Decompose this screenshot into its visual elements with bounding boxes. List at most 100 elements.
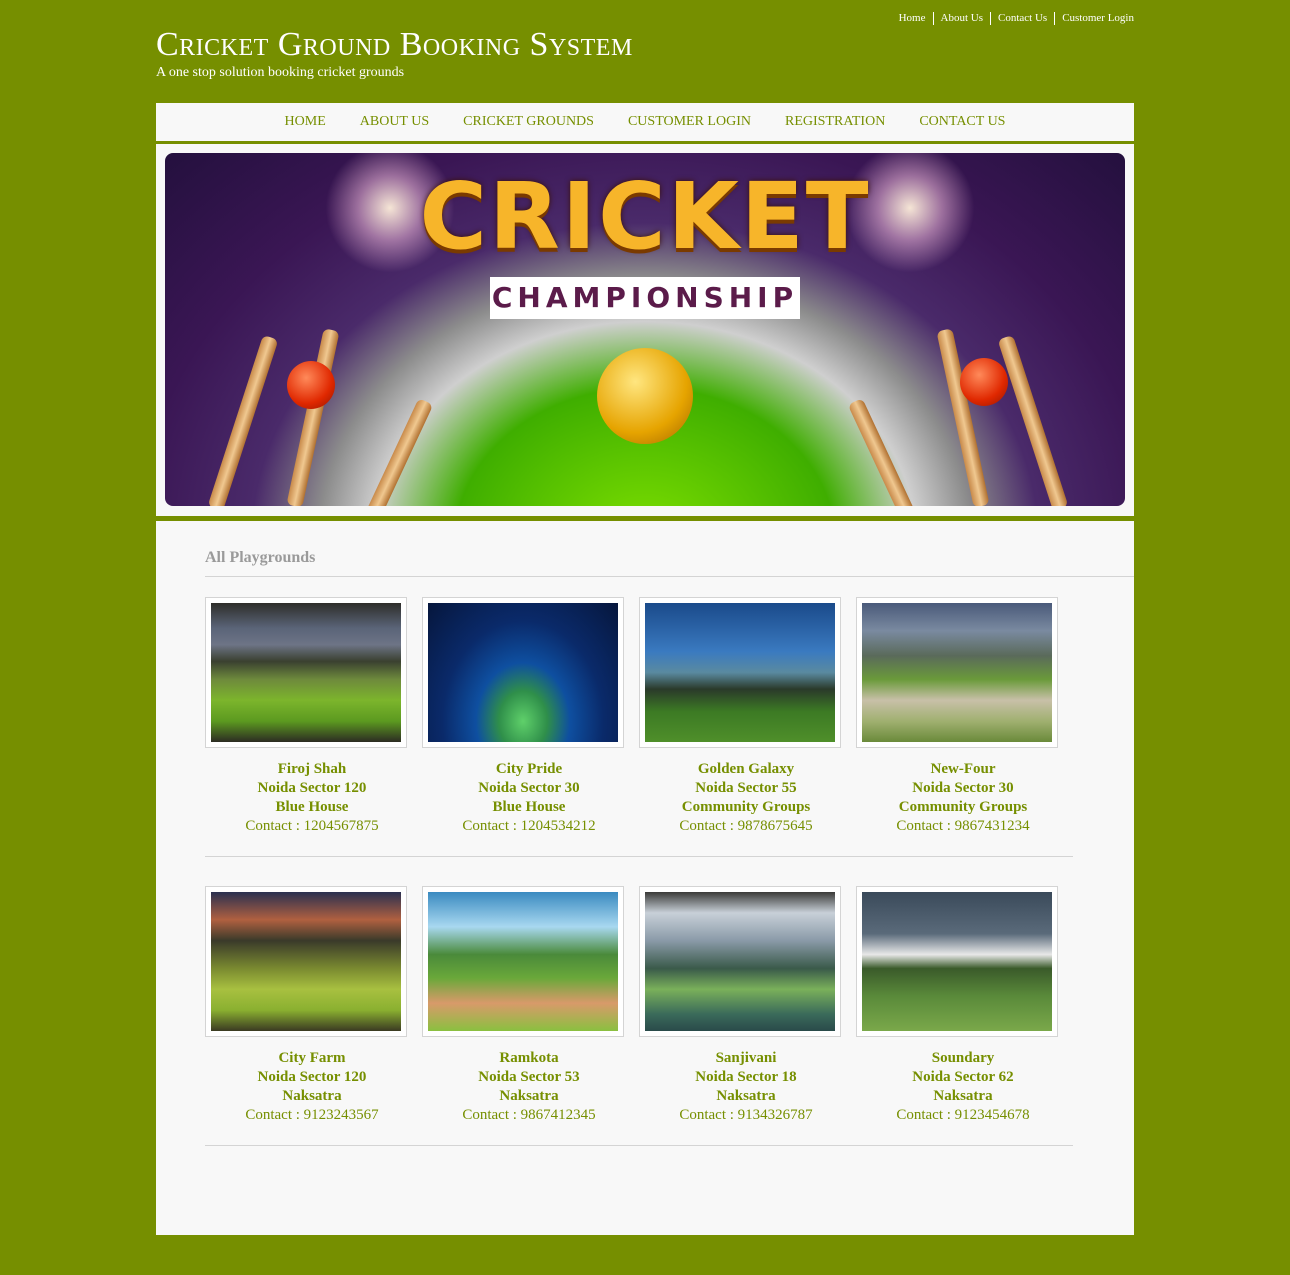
playground-contact: Contact : 1204567875 — [205, 817, 419, 836]
main-nav: HOME ABOUT US CRICKET GROUNDS CUSTOMER L… — [156, 103, 1134, 141]
playground-card[interactable]: Golden Galaxy Noida Sector 55 Community … — [639, 597, 856, 836]
playground-info: Ramkota Noida Sector 53 Naksatra Contact… — [422, 1049, 636, 1125]
section-title: All Playgrounds — [205, 549, 316, 566]
top-link-contact-us[interactable]: Contact Us — [989, 12, 1054, 25]
playground-row: City Farm Noida Sector 120 Naksatra Cont… — [205, 886, 1073, 1146]
playground-group: Community Groups — [898, 799, 1028, 815]
contact-number: 1204534212 — [520, 818, 596, 834]
playground-name: City Pride — [495, 761, 563, 777]
playground-location: Noida Sector 62 — [912, 1069, 1014, 1085]
top-links: Home About Us Contact Us Customer Login — [892, 12, 1134, 25]
sunset-stadium-photo — [211, 892, 401, 1031]
playground-group: Naksatra — [716, 1088, 776, 1104]
playground-card[interactable]: Soundary Noida Sector 62 Naksatra Contac… — [856, 886, 1073, 1125]
contact-number: 9123243567 — [303, 1107, 379, 1123]
row-divider — [205, 856, 1073, 857]
playground-card[interactable]: City Farm Noida Sector 120 Naksatra Cont… — [205, 886, 422, 1125]
playground-name: Ramkota — [499, 1050, 559, 1066]
playground-location: Noida Sector 18 — [695, 1069, 797, 1085]
playground-group: Naksatra — [282, 1088, 342, 1104]
nav-registration[interactable]: REGISTRATION — [785, 114, 885, 130]
playground-contact: Contact : 9878675645 — [639, 817, 853, 836]
contact-label: Contact : — [679, 1107, 738, 1123]
playground-thumbnail[interactable] — [422, 597, 624, 748]
cricket-ball-icon — [960, 358, 1008, 406]
playground-contact: Contact : 9134326787 — [639, 1106, 853, 1125]
nav-home[interactable]: HOME — [285, 114, 326, 130]
playground-location: Noida Sector 30 — [478, 780, 580, 796]
playground-info: Golden Galaxy Noida Sector 55 Community … — [639, 760, 853, 836]
playground-card[interactable]: Sanjivani Noida Sector 18 Naksatra Conta… — [639, 886, 856, 1125]
contact-number: 9134326787 — [737, 1107, 813, 1123]
contact-number: 1204567875 — [303, 818, 379, 834]
top-link-customer-login[interactable]: Customer Login — [1054, 12, 1134, 25]
section-divider — [205, 576, 1134, 577]
contact-label: Contact : — [462, 1107, 521, 1123]
playground-group: Community Groups — [681, 799, 811, 815]
row-divider — [205, 1145, 1073, 1146]
contact-number: 9867431234 — [954, 818, 1030, 834]
contact-number: 9878675645 — [737, 818, 813, 834]
contact-label: Contact : — [245, 1107, 304, 1123]
stadium-evening-photo — [645, 603, 835, 742]
contact-number: 9867412345 — [520, 1107, 596, 1123]
playground-thumbnail[interactable] — [205, 886, 407, 1037]
playground-name: Soundary — [931, 1050, 995, 1066]
top-link-home[interactable]: Home — [892, 12, 933, 25]
playground-name: New-Four — [930, 761, 996, 777]
nav-cricket-grounds[interactable]: CRICKET GROUNDS — [463, 114, 594, 130]
playground-card[interactable]: City Pride Noida Sector 30 Blue House Co… — [422, 597, 639, 836]
night-stadium-illustration — [428, 603, 618, 742]
page: Home About Us Contact Us Customer Login … — [0, 0, 1290, 1275]
playground-thumbnail[interactable] — [856, 597, 1058, 748]
playground-contact: Contact : 9867431234 — [856, 817, 1070, 836]
playground-info: City Farm Noida Sector 120 Naksatra Cont… — [205, 1049, 419, 1125]
contact-label: Contact : — [245, 818, 304, 834]
playground-thumbnail[interactable] — [856, 886, 1058, 1037]
floodlit-stadium-photo — [211, 603, 401, 742]
banner-ribbon: CHAMPIONSHIP — [490, 277, 800, 319]
pitch-wickets-photo — [862, 603, 1052, 742]
nav-contact-us[interactable]: CONTACT US — [919, 114, 1005, 130]
playground-thumbnail[interactable] — [639, 597, 841, 748]
contact-number: 9123454678 — [954, 1107, 1030, 1123]
site-tagline: A one stop solution booking cricket grou… — [156, 65, 405, 80]
playground-thumbnail[interactable] — [422, 886, 624, 1037]
playground-info: Sanjivani Noida Sector 18 Naksatra Conta… — [639, 1049, 853, 1125]
cricket-ball-icon — [287, 361, 335, 409]
contact-label: Contact : — [896, 1107, 955, 1123]
playground-location: Noida Sector 120 — [257, 780, 367, 796]
playground-thumbnail[interactable] — [205, 597, 407, 748]
playground-name: Firoj Shah — [277, 761, 347, 777]
playground-location: Noida Sector 53 — [478, 1069, 580, 1085]
contact-label: Contact : — [462, 818, 521, 834]
playgrounds-section: All Playgrounds Firoj Shah Noida Sector … — [156, 521, 1134, 1235]
playground-info: Soundary Noida Sector 62 Naksatra Contac… — [856, 1049, 1070, 1125]
playground-card[interactable]: Firoj Shah Noida Sector 120 Blue House C… — [205, 597, 422, 836]
playground-group: Naksatra — [499, 1088, 559, 1104]
stump-icon — [207, 334, 279, 506]
playground-thumbnail[interactable] — [639, 886, 841, 1037]
nav-about-us[interactable]: ABOUT US — [360, 114, 429, 130]
stump-icon — [847, 398, 939, 506]
top-link-about-us[interactable]: About Us — [932, 12, 990, 25]
playground-name: City Farm — [278, 1050, 346, 1066]
stump-icon — [936, 328, 990, 506]
playground-contact: Contact : 1204534212 — [422, 817, 636, 836]
trophy-icon — [597, 348, 693, 444]
playground-location: Noida Sector 30 — [912, 780, 1014, 796]
playground-name: Golden Galaxy — [697, 761, 795, 777]
pavilion-ground-photo — [862, 892, 1052, 1031]
playground-contact: Contact : 9867412345 — [422, 1106, 636, 1125]
playground-group: Blue House — [275, 799, 349, 815]
playground-group: Blue House — [492, 799, 566, 815]
stump-icon — [997, 334, 1069, 506]
playground-card[interactable]: New-Four Noida Sector 30 Community Group… — [856, 597, 1073, 836]
playground-info: Firoj Shah Noida Sector 120 Blue House C… — [205, 760, 419, 836]
playground-info: City Pride Noida Sector 30 Blue House Co… — [422, 760, 636, 836]
playground-info: New-Four Noida Sector 30 Community Group… — [856, 760, 1070, 836]
playground-card[interactable]: Ramkota Noida Sector 53 Naksatra Contact… — [422, 886, 639, 1125]
cricket-championship-banner: CRICKET CHAMPIONSHIP — [165, 153, 1125, 506]
stadium-day-photo — [645, 892, 835, 1031]
nav-customer-login[interactable]: CUSTOMER LOGIN — [628, 114, 751, 130]
